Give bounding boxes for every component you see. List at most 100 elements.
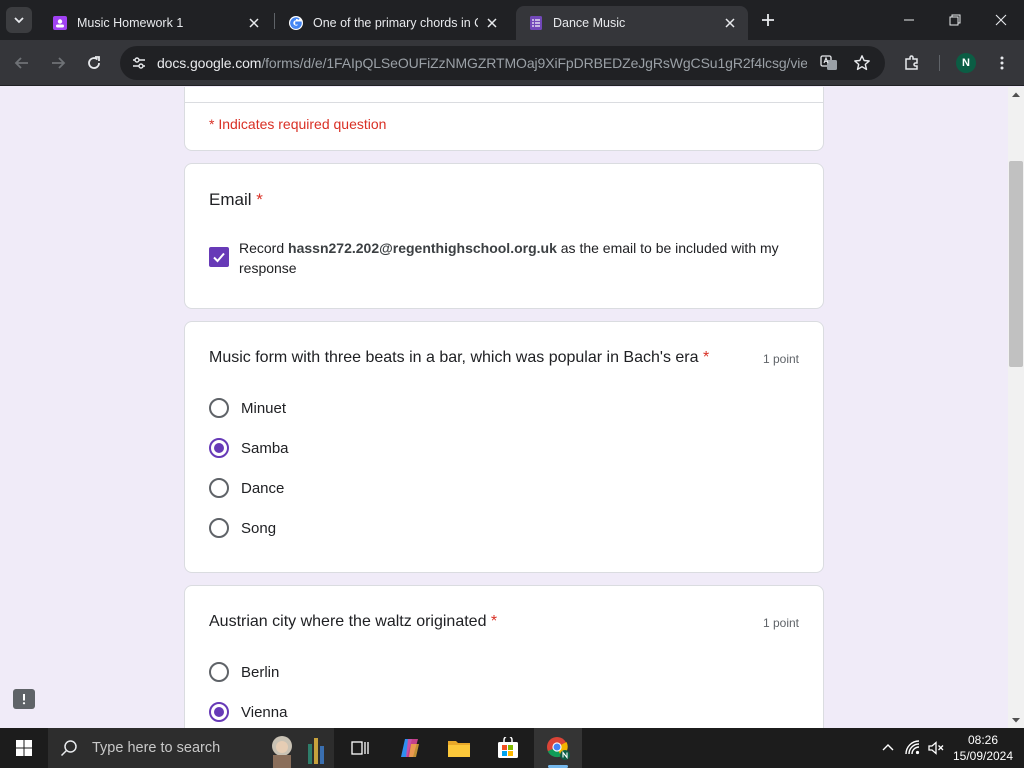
feedback-icon (22, 694, 26, 705)
more-vertical-icon (1000, 56, 1004, 70)
question-points: 1 point (762, 616, 799, 630)
close-icon (995, 14, 1007, 26)
form-page: * Indicates required question Email * Re… (0, 87, 1008, 728)
bookmark-button[interactable] (850, 51, 874, 75)
volume-button[interactable] (926, 738, 946, 758)
tab-title: Music Homework 1 (77, 16, 184, 30)
toolbar-divider (939, 55, 940, 71)
profile-avatar[interactable]: N (956, 53, 976, 73)
scroll-thumb[interactable] (1009, 161, 1023, 367)
radio-button-selected[interactable] (209, 438, 229, 458)
option-dance[interactable]: Dance (209, 476, 284, 500)
scroll-down-button[interactable] (1008, 712, 1024, 728)
radio-button[interactable] (209, 398, 229, 418)
record-email-checkbox[interactable] (209, 247, 229, 267)
option-label: Vienna (241, 703, 288, 721)
star-icon (854, 55, 870, 71)
back-button[interactable] (8, 49, 36, 77)
copilot-button[interactable] (386, 728, 434, 768)
classroom-icon (52, 15, 68, 31)
copilot-icon (401, 739, 419, 757)
question-title-text: Music form with three beats in a bar, wh… (209, 349, 699, 366)
speaker-muted-icon (928, 741, 944, 755)
extensions-button[interactable] (898, 49, 926, 77)
forward-button[interactable] (44, 49, 72, 77)
question-title-text: Austrian city where the waltz originated (209, 613, 487, 630)
checkmark-icon (213, 252, 225, 263)
google-icon (288, 15, 304, 31)
tab-search-button[interactable] (6, 7, 32, 33)
arrow-left-icon (14, 57, 28, 69)
option-label: Dance (241, 479, 285, 497)
folder-icon (448, 741, 470, 757)
option-label: Minuet (241, 399, 287, 417)
translate-button[interactable] (817, 51, 841, 75)
window-close-button[interactable] (978, 0, 1024, 40)
radio-button-selected[interactable] (209, 702, 229, 722)
minimize-icon (904, 19, 914, 21)
chevron-down-icon (14, 17, 24, 24)
record-email-text: Record hassn272.202@regenthighschool.org… (239, 238, 799, 278)
radio-button[interactable] (209, 662, 229, 682)
close-icon[interactable] (484, 15, 500, 31)
question-title: Austrian city where the waltz originated… (209, 613, 497, 631)
search-icon (60, 740, 77, 757)
site-info-button[interactable] (126, 50, 152, 76)
windows-taskbar: Type here to search 08:26 15/09/2024 (0, 728, 1024, 768)
scroll-up-button[interactable] (1008, 87, 1024, 103)
url-host: docs.google.com (157, 55, 262, 71)
close-icon[interactable] (246, 15, 262, 31)
tab-title: One of the primary chords in C (313, 16, 478, 30)
tab-primary-chords[interactable]: One of the primary chords in C (276, 6, 510, 40)
radio-button[interactable] (209, 518, 229, 538)
tab-title: Dance Music (553, 16, 626, 30)
option-song[interactable]: Song (209, 516, 276, 540)
option-label: Samba (241, 439, 289, 457)
tune-icon (133, 57, 145, 69)
taskbar-search[interactable]: Type here to search (48, 728, 334, 768)
browser-toolbar: docs.google.com/forms/d/e/1FAIpQLSeOUFiZ… (0, 40, 1024, 86)
menu-button[interactable] (988, 49, 1016, 77)
tab-music-homework[interactable]: Music Homework 1 (40, 6, 272, 40)
windows-logo-icon (16, 740, 32, 756)
address-bar[interactable]: docs.google.com/forms/d/e/1FAIpQLSeOUFiZ… (120, 46, 885, 80)
required-note: * Indicates required question (209, 116, 387, 132)
question-points: 1 point (762, 352, 799, 366)
question-card-2: Austrian city where the waltz originated… (184, 585, 824, 728)
show-hidden-icons-button[interactable] (878, 738, 898, 758)
reload-button[interactable] (80, 49, 108, 77)
puzzle-icon (905, 55, 918, 70)
close-icon[interactable] (722, 15, 738, 31)
system-clock[interactable]: 08:26 15/09/2024 (950, 732, 1016, 764)
minimize-button[interactable] (886, 0, 932, 40)
clock-time: 08:26 (967, 733, 999, 747)
form-header-card: * Indicates required question (184, 87, 824, 151)
start-button[interactable] (0, 728, 48, 768)
question-card-1: Music form with three beats in a bar, wh… (184, 321, 824, 573)
required-asterisk: * (490, 613, 498, 630)
radio-button[interactable] (209, 478, 229, 498)
file-explorer-button[interactable] (435, 728, 483, 768)
forms-icon (528, 15, 544, 31)
option-vienna[interactable]: Vienna (209, 700, 287, 724)
tab-separator (274, 13, 275, 29)
chrome-icon (547, 737, 570, 760)
new-tab-button[interactable] (756, 8, 780, 32)
chrome-taskbar-button[interactable] (534, 728, 582, 768)
network-button[interactable] (903, 738, 923, 758)
option-samba[interactable]: Samba (209, 436, 289, 460)
option-berlin[interactable]: Berlin (209, 660, 279, 684)
translate-icon (820, 55, 837, 70)
microsoft-store-button[interactable] (484, 728, 532, 768)
chevron-up-icon (882, 744, 894, 751)
task-view-button[interactable] (336, 728, 384, 768)
restore-button[interactable] (932, 0, 978, 40)
required-asterisk: * (256, 190, 263, 209)
report-abuse-button[interactable] (13, 689, 35, 709)
page-scrollbar[interactable] (1008, 87, 1024, 728)
option-label: Song (241, 519, 277, 537)
tab-dance-music[interactable]: Dance Music (516, 6, 748, 40)
url-text[interactable]: docs.google.com/forms/d/e/1FAIpQLSeOUFiZ… (157, 55, 807, 71)
option-minuet[interactable]: Minuet (209, 396, 286, 420)
tab-strip: Music Homework 1 One of the primary chor… (0, 0, 1024, 40)
